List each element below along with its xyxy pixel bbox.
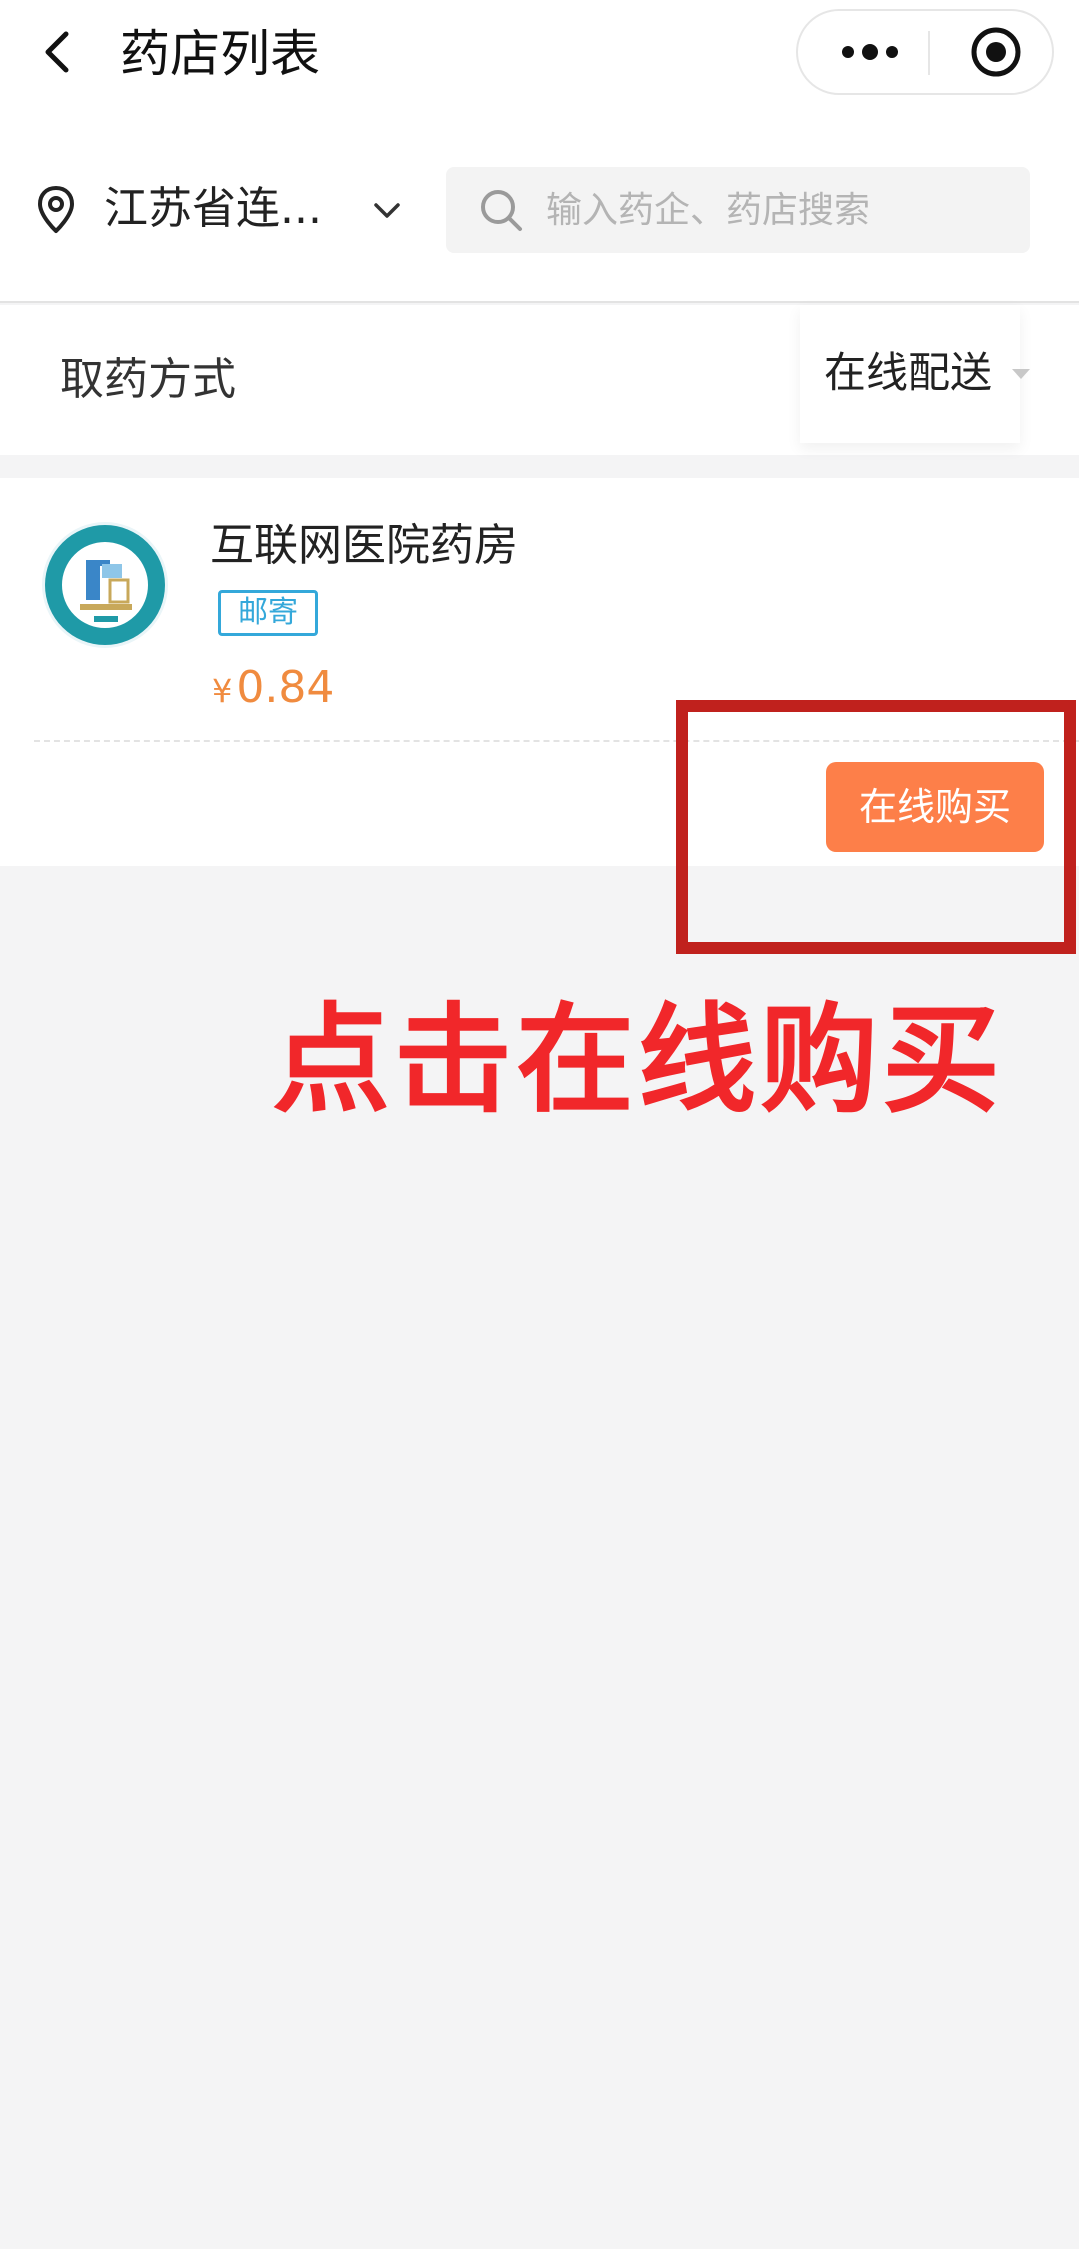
location-selector[interactable]: 江苏省连... <box>104 179 322 239</box>
pharmacy-name: 互联网医院药房 <box>210 520 518 571</box>
shipping-tag: 邮寄 <box>218 590 318 636</box>
location-search-bar: 江苏省连... <box>0 135 1079 303</box>
page: 药店列表 江苏省连... 输入药企、药店搜索 取药方式 在线配送 互联网医院药房… <box>0 0 1079 2249</box>
page-title: 药店列表 <box>120 25 320 83</box>
search-box[interactable] <box>446 167 1030 253</box>
more-button[interactable] <box>826 11 914 93</box>
capsule-divider <box>928 31 930 75</box>
chevron-down-icon[interactable] <box>370 195 404 225</box>
delivery-dropdown[interactable]: 在线配送 <box>800 305 1030 443</box>
price-value: 0.84 <box>236 662 335 713</box>
more-dots-icon <box>842 44 898 60</box>
chevron-left-icon <box>45 31 69 73</box>
delivery-dropdown-value: 在线配送 <box>824 348 993 397</box>
back-button[interactable] <box>30 22 90 82</box>
search-icon <box>481 190 522 231</box>
location-pin-icon <box>38 186 74 233</box>
target-circle-icon <box>971 27 1021 77</box>
price: ¥0.84 <box>212 658 334 718</box>
nav-bar: 药店列表 <box>0 0 1079 135</box>
caret-down-icon <box>1012 369 1030 379</box>
pickup-method-label: 取药方式 <box>60 354 236 405</box>
close-miniprogram-button[interactable] <box>956 11 1036 93</box>
instruction-annotation: 点击在线购买 <box>272 991 1005 1129</box>
menu-capsule <box>796 9 1054 95</box>
price-currency: ¥ <box>212 672 233 710</box>
filter-row: 取药方式 在线配送 <box>0 305 1079 455</box>
highlight-frame <box>676 700 1076 954</box>
search-input[interactable] <box>546 167 1016 253</box>
hospital-logo-icon <box>42 522 168 648</box>
